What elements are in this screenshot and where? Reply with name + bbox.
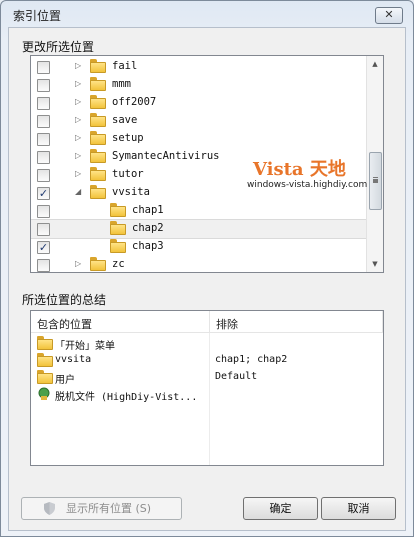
scroll-down-button[interactable]: ▼: [368, 256, 382, 272]
column-header-exclude[interactable]: 排除: [210, 311, 383, 333]
folder-icon: [90, 167, 106, 181]
folder-icon: [90, 95, 106, 109]
tree-vertical-scrollbar[interactable]: ▲ ▼: [366, 56, 383, 272]
tree-section-label: 更改所选位置: [22, 40, 95, 54]
tree-item[interactable]: ✓ chap3: [31, 238, 366, 256]
collapsed-arrow-icon[interactable]: ▷: [75, 115, 81, 124]
folder-icon: [90, 113, 106, 127]
window-title: 索引位置: [13, 9, 62, 23]
tree-item-label: vvsita: [112, 186, 150, 198]
tree-item[interactable]: ▷ off2007: [31, 94, 366, 112]
folder-icon: [110, 203, 126, 217]
collapsed-arrow-icon[interactable]: ▷: [75, 97, 81, 106]
collapsed-arrow-icon[interactable]: ▷: [75, 169, 81, 178]
tree-item-checkbox[interactable]: [37, 115, 50, 128]
tree-item-label: chap1: [132, 204, 164, 216]
expanded-arrow-icon[interactable]: ◢: [75, 187, 81, 196]
collapsed-arrow-icon[interactable]: ▷: [75, 79, 81, 88]
folder-icon: [110, 221, 126, 235]
collapsed-arrow-icon[interactable]: ▷: [75, 151, 81, 160]
tree-item-label: setup: [112, 132, 144, 144]
tree-item-label: mmm: [112, 78, 131, 90]
folder-icon: [90, 185, 106, 199]
close-icon: ✕: [384, 8, 394, 21]
ok-button[interactable]: 确定: [243, 497, 318, 520]
tree-item[interactable]: ▷ zc: [31, 256, 366, 272]
column-header-included[interactable]: 包含的位置: [31, 311, 210, 333]
watermark-title: Vista 天地: [253, 159, 346, 180]
summary-list[interactable]: 包含的位置 排除 「开始」菜单 vvsita chap1; chap2 用户 Defau…: [30, 310, 384, 466]
watermark-url: windows-vista.highdiy.com: [247, 180, 368, 190]
tree-item-label: zc: [112, 258, 125, 270]
summary-location: 脱机文件 (HighDiy-Vist...: [55, 392, 198, 403]
tree-item-label: tutor: [112, 168, 144, 180]
scroll-up-button[interactable]: ▲: [368, 56, 382, 72]
tree-item-checkbox[interactable]: [37, 205, 50, 218]
summary-section-label: 所选位置的总结: [22, 293, 107, 307]
folder-icon: [110, 239, 126, 253]
cancel-button[interactable]: 取消: [321, 497, 396, 520]
tree-item[interactable]: ▷ save: [31, 112, 366, 130]
tree-item-checkbox[interactable]: [37, 97, 50, 110]
tree-item[interactable]: ▷ mmm: [31, 76, 366, 94]
tree-item-label: SymantecAntivirus: [112, 150, 220, 162]
tree-item-checkbox[interactable]: [37, 61, 50, 74]
tree-item[interactable]: chap1: [31, 202, 366, 220]
summary-row[interactable]: vvsita chap1; chap2: [31, 352, 383, 369]
tree-item-checkbox[interactable]: [37, 259, 50, 272]
summary-location: 「开始」菜单: [55, 341, 115, 352]
tree-item-label: chap3: [132, 240, 164, 252]
tree-item[interactable]: chap2: [31, 219, 367, 239]
tree-item-label: chap2: [132, 222, 164, 234]
location-tree[interactable]: ▷ fail ▷ mmm ▷ off2007 ▷ save ▷ setup ▷ SymantecAnt…: [30, 55, 384, 273]
tree-item[interactable]: ▷ fail: [31, 58, 366, 76]
close-button[interactable]: ✕: [375, 7, 403, 24]
summary-location: 用户: [55, 375, 75, 386]
tree-item-label: fail: [112, 60, 138, 72]
uac-shield-icon: [44, 502, 55, 515]
summary-exclude: chap1; chap2: [215, 354, 288, 365]
tree-item-checkbox[interactable]: [37, 133, 50, 146]
collapsed-arrow-icon[interactable]: ▷: [75, 133, 81, 142]
tree-item-checkbox[interactable]: ✓: [37, 241, 50, 254]
tree-item-checkbox[interactable]: [37, 169, 50, 182]
summary-row[interactable]: 脱机文件 (HighDiy-Vist...: [31, 386, 383, 403]
show-all-locations-button[interactable]: 显示所有位置 (S): [21, 497, 182, 520]
scrollbar-thumb[interactable]: [369, 152, 382, 210]
tree-item-checkbox[interactable]: ✓: [37, 187, 50, 200]
folder-icon: [90, 59, 106, 73]
tree-item[interactable]: ▷ setup: [31, 130, 366, 148]
show-all-label: 显示所有位置 (S): [65, 502, 152, 515]
folder-icon: [37, 353, 53, 367]
tree-item-checkbox[interactable]: [37, 223, 50, 236]
offline-files-icon: [38, 387, 50, 400]
folder-icon: [90, 149, 106, 163]
collapsed-arrow-icon[interactable]: ▷: [75, 259, 81, 268]
summary-row[interactable]: 「开始」菜单: [31, 335, 383, 352]
title-bar: 索引位置 ✕: [1, 1, 413, 27]
folder-icon: [90, 77, 106, 91]
folder-icon: [37, 370, 53, 384]
folder-icon: [37, 336, 53, 350]
tree-item-checkbox[interactable]: [37, 79, 50, 92]
tree-item-checkbox[interactable]: [37, 151, 50, 164]
tree-item-label: save: [112, 114, 138, 126]
tree-item-label: off2007: [112, 96, 157, 108]
summary-location: vvsita: [55, 354, 92, 365]
folder-icon: [90, 257, 106, 271]
collapsed-arrow-icon[interactable]: ▷: [75, 61, 81, 70]
summary-row[interactable]: 用户 Default: [31, 369, 383, 386]
folder-icon: [90, 131, 106, 145]
summary-exclude: Default: [215, 371, 258, 382]
